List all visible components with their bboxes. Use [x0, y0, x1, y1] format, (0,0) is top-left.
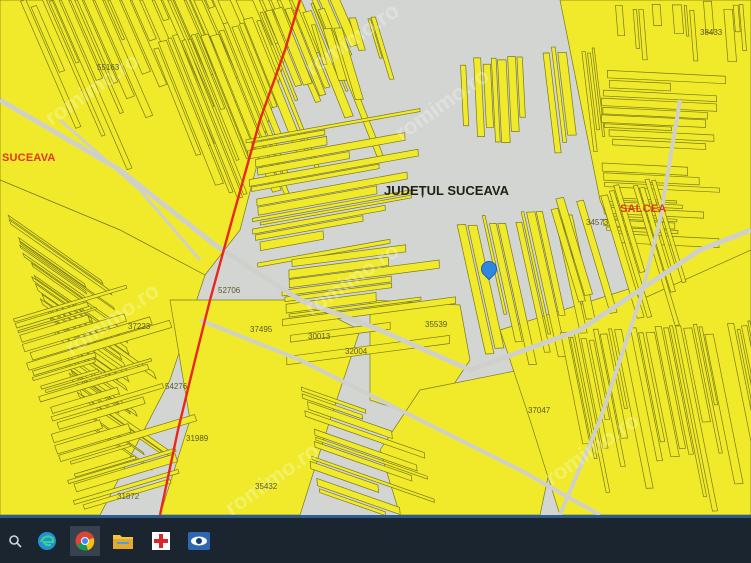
edge-icon[interactable] [32, 526, 62, 556]
chrome-icon[interactable] [70, 526, 100, 556]
parcel-number: 38433 [700, 28, 723, 37]
land-parcel[interactable] [651, 4, 663, 26]
city-label-salcea: SALCEA [620, 203, 667, 215]
file-explorer-icon[interactable] [108, 526, 138, 556]
parcel-number: 30013 [308, 332, 331, 341]
windows-taskbar [0, 515, 751, 563]
parcel-number: 55163 [97, 63, 120, 72]
parcel-number: 32004 [345, 347, 368, 356]
parcel-number: 52706 [218, 286, 241, 295]
parcel-number: 37047 [528, 406, 551, 415]
parcel-number: 31872 [117, 492, 140, 501]
parcel-number: 54276 [165, 382, 188, 391]
monitor-photo: romimo.ro romimo.ro romimo.ro romimo.ro … [0, 0, 751, 563]
parcel-number: 37223 [128, 322, 151, 331]
cadastral-map[interactable]: romimo.ro romimo.ro romimo.ro romimo.ro … [0, 0, 751, 515]
parcel-number: 37495 [250, 325, 273, 334]
county-label: JUDEȚUL SUCEAVA [384, 183, 509, 198]
parcel-number: 34573 [586, 218, 609, 227]
land-parcel[interactable] [671, 4, 685, 34]
parcel-number: 35432 [255, 482, 278, 491]
city-label-suceava: SUCEAVA [2, 152, 56, 164]
parcel-number: 31989 [186, 434, 209, 443]
search-icon[interactable] [0, 526, 30, 556]
parcel-number: 35539 [425, 320, 448, 329]
eye-app-icon[interactable] [184, 526, 214, 556]
red-cross-app-icon[interactable] [146, 526, 176, 556]
